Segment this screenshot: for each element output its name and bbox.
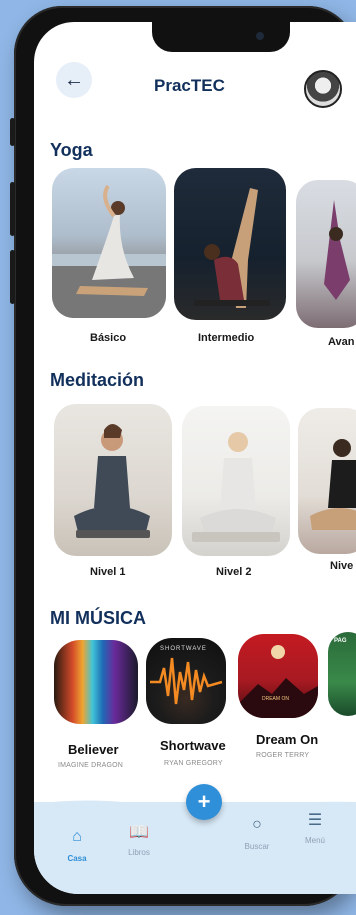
cover-text: SHORTWAVE: [160, 646, 207, 652]
cover-text: PAG: [334, 638, 347, 644]
yoga-section-title: Yoga: [50, 140, 93, 160]
music-section-title: MI MÚSICA: [50, 608, 146, 628]
yoga-card-intermedio[interactable]: [174, 168, 286, 320]
nav-label: Menú: [304, 836, 325, 845]
notch: [152, 22, 290, 52]
meditation-card-nivel1[interactable]: [54, 404, 172, 556]
arrow-left-icon: ←: [64, 68, 84, 91]
yoga-card-basico[interactable]: [52, 168, 166, 318]
meditation-card-label: Nive: [330, 560, 354, 572]
yoga-pose-image: [194, 188, 270, 308]
yoga-card-avanzado[interactable]: [296, 180, 356, 328]
back-button[interactable]: ←: [56, 62, 92, 98]
music-title: Believer: [68, 742, 119, 757]
mute-switch: [10, 118, 15, 146]
meditation-card-nivel3[interactable]: [298, 408, 356, 554]
music-title: Dream On: [256, 732, 319, 747]
yoga-pose-image: [52, 184, 166, 318]
music-cover-dream-on[interactable]: DREAM ON: [238, 634, 318, 718]
music-cover-believer[interactable]: [54, 640, 138, 724]
page-title: PracTEC: [154, 76, 225, 95]
book-icon: 📖: [129, 824, 149, 841]
nav-label: Casa: [67, 854, 87, 863]
meditation-card-label: Nivel 1: [90, 566, 126, 578]
music-title: Shortwave: [160, 738, 226, 753]
yoga-card-label: Intermedio: [198, 332, 255, 344]
music-cover-shortwave[interactable]: SHORTWAVE: [146, 638, 226, 724]
meditation-section-title: Meditación: [50, 370, 145, 390]
music-cover-partial[interactable]: PAG: [328, 632, 356, 716]
add-button[interactable]: +: [186, 784, 222, 820]
volume-up-button: [10, 182, 15, 236]
meditation-pose-image: [310, 439, 356, 530]
search-icon: ○: [252, 816, 262, 833]
meditation-card-nivel2[interactable]: [182, 406, 290, 556]
meditation-card-label: Nivel 2: [216, 566, 252, 578]
cover-text: DREAM ON: [262, 696, 289, 702]
meditation-pose-image: [74, 424, 150, 538]
nav-item-casa[interactable]: ⌂ Casa: [52, 828, 102, 863]
meditation-pose-image: [192, 432, 280, 542]
yoga-card-label: Avan: [328, 336, 355, 348]
yoga-card-label: Básico: [90, 332, 127, 344]
nav-item-menu[interactable]: ☰ Menú: [290, 810, 340, 845]
yoga-pose-image: [324, 200, 350, 300]
plus-icon: +: [197, 789, 211, 814]
camera: [256, 32, 264, 40]
moon-image: [238, 645, 318, 718]
music-artist: RYAN GREGORY: [164, 760, 223, 767]
app-screen: ← PracTEC Yoga Básico Intermedio Avan Me…: [34, 22, 356, 894]
nav-label: Libros: [128, 848, 150, 857]
menu-icon: ☰: [307, 812, 323, 829]
music-artist: IMAGINE DRAGON: [58, 762, 124, 769]
nav-item-buscar[interactable]: ○ Buscar: [232, 816, 282, 851]
nav-label: Buscar: [244, 842, 270, 851]
avatar[interactable]: [304, 70, 342, 108]
home-icon: ⌂: [72, 828, 82, 845]
volume-down-button: [10, 250, 15, 304]
nav-item-libros[interactable]: 📖 Libros: [114, 822, 164, 857]
music-artist: ROGER TERRY: [256, 752, 310, 759]
